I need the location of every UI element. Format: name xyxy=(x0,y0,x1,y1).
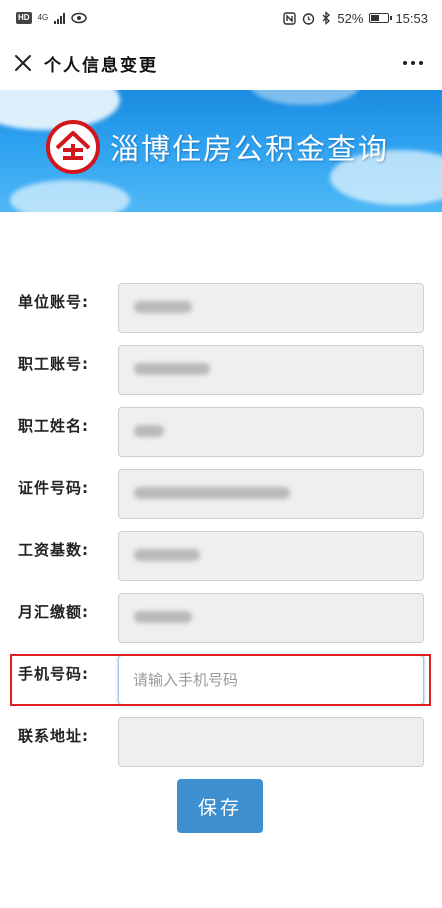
banner-title: 淄博住房公积金查询 xyxy=(110,132,390,166)
masked-value xyxy=(134,549,200,561)
status-bar: HD 4G 52% 15:53 xyxy=(0,0,442,36)
close-button[interactable] xyxy=(10,50,36,76)
masked-value xyxy=(134,301,192,313)
employee-account-label: 职工账号: xyxy=(18,355,89,373)
address-input[interactable] xyxy=(118,717,424,767)
more-options-button[interactable] xyxy=(398,50,428,76)
form-row-employee-account: 职工账号: xyxy=(0,345,442,397)
masked-value xyxy=(134,487,290,499)
form-row-salary-base: 工资基数: xyxy=(0,531,442,583)
more-dot-icon xyxy=(403,61,407,65)
signal-icon xyxy=(54,12,66,24)
address-label: 联系地址: xyxy=(18,727,89,745)
bluetooth-icon xyxy=(322,11,331,25)
phone-label: 手机号码: xyxy=(18,665,89,683)
form-row-id-number: 证件号码: xyxy=(0,469,442,521)
form-row-employee-name: 职工姓名: xyxy=(0,407,442,459)
form-row-unit-account: 单位账号: xyxy=(0,283,442,335)
employee-name-label: 职工姓名: xyxy=(18,417,89,435)
clock: 15:53 xyxy=(395,10,428,26)
hd-badge: HD xyxy=(16,12,32,24)
close-icon xyxy=(15,55,31,71)
battery-percent: 52% xyxy=(337,10,364,26)
status-left: HD 4G xyxy=(16,12,87,24)
save-button[interactable]: 保存 xyxy=(177,779,263,833)
nav-bar: 个人信息变更 xyxy=(0,36,442,90)
form-row-phone: 手机号码: xyxy=(0,655,442,707)
page-title: 个人信息变更 xyxy=(44,55,158,76)
cloud-decoration xyxy=(250,90,360,105)
status-right: 52% 15:53 xyxy=(283,11,428,26)
masked-value xyxy=(134,611,192,623)
form-row-monthly-payment: 月汇缴额: xyxy=(0,593,442,645)
id-number-label: 证件号码: xyxy=(18,479,89,497)
masked-value xyxy=(134,363,210,375)
nfc-icon xyxy=(283,11,297,25)
masked-value xyxy=(134,425,164,437)
banner: 淄博住房公积金查询 xyxy=(0,90,442,212)
more-dot-icon xyxy=(419,61,423,65)
housing-fund-logo xyxy=(46,120,100,174)
eye-icon xyxy=(71,12,87,24)
unit-account-label: 单位账号: xyxy=(18,293,89,311)
form-row-address: 联系地址: xyxy=(0,717,442,769)
cloud-decoration xyxy=(10,180,130,212)
salary-base-label: 工资基数: xyxy=(18,541,89,559)
phone-input[interactable] xyxy=(118,655,424,705)
alarm-icon xyxy=(303,12,315,25)
network-type: 4G xyxy=(37,13,49,22)
monthly-payment-label: 月汇缴额: xyxy=(18,603,89,621)
more-dot-icon xyxy=(411,61,415,65)
battery-icon xyxy=(369,13,393,23)
